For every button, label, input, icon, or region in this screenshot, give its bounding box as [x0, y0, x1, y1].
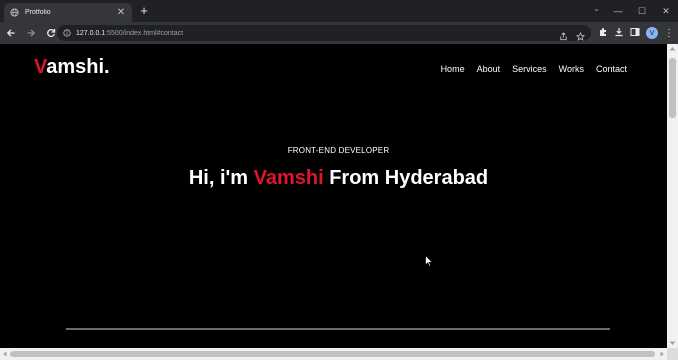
hero-divider: [66, 328, 610, 330]
hero-subtitle: FRONT-END DEVELOPER: [287, 146, 390, 155]
back-arrow-icon[interactable]: [2, 24, 20, 42]
tab-portfolio[interactable]: Protfolio ✕: [4, 3, 132, 22]
horizontal-scroll-thumb[interactable]: [10, 351, 655, 357]
scroll-down-arrow-icon[interactable]: [669, 341, 676, 346]
info-icon[interactable]: [63, 24, 71, 42]
tab-strip: Protfolio ✕ + ⌄ — ☐ ✕: [0, 0, 678, 22]
vertical-scroll-thumb[interactable]: [669, 58, 676, 118]
globe-icon: [10, 8, 19, 17]
site-nav: Home About Services Works Contact: [441, 64, 627, 74]
url-host: 127.0.0.1: [76, 29, 106, 37]
headline-prefix: Hi, i'm: [188, 167, 254, 189]
nav-link-contact[interactable]: Contact: [596, 64, 627, 74]
headline-name: Vamshi: [253, 167, 324, 189]
minimize-icon[interactable]: —: [606, 6, 630, 16]
download-icon[interactable]: [614, 24, 624, 42]
nav-link-about[interactable]: About: [477, 64, 501, 74]
window-controls: — ☐ ✕: [606, 0, 678, 22]
extensions-puzzle-icon[interactable]: [598, 24, 608, 42]
tab-close-icon[interactable]: ✕: [116, 7, 126, 18]
page-content: Vamshi. Home About Services Works Contac…: [0, 44, 667, 348]
side-panel-icon[interactable]: [630, 24, 640, 42]
new-tab-button[interactable]: +: [137, 4, 151, 18]
scrollbar-corner: [667, 348, 678, 360]
scroll-right-arrow-icon[interactable]: [660, 351, 665, 357]
logo-text: amshi.: [46, 56, 110, 78]
forward-arrow-icon[interactable]: [22, 24, 40, 42]
close-window-icon[interactable]: ✕: [654, 6, 678, 17]
site-logo[interactable]: Vamshi.: [34, 56, 110, 79]
nav-link-services[interactable]: Services: [512, 64, 547, 74]
vertical-scrollbar[interactable]: [667, 44, 678, 348]
headline-suffix: From Hyderabad: [323, 167, 489, 189]
address-bar[interactable]: 127.0.0.1:5500/index.html#contact: [57, 25, 591, 41]
browser-window: Protfolio ✕ + ⌄ — ☐ ✕ 127.0.0.1:5500/ind…: [0, 0, 678, 360]
url-path: :5500/index.html#contact: [105, 29, 184, 37]
scroll-left-arrow-icon[interactable]: [2, 351, 7, 357]
tab-title: Protfolio: [25, 9, 51, 16]
tab-search-icon[interactable]: ⌄: [593, 4, 600, 13]
menu-kebab-icon[interactable]: ⋮: [664, 28, 674, 39]
nav-link-home[interactable]: Home: [441, 64, 465, 74]
profile-avatar[interactable]: V: [646, 27, 658, 39]
mouse-cursor-icon: [425, 254, 434, 272]
maximize-icon[interactable]: ☐: [630, 6, 654, 17]
horizontal-scrollbar[interactable]: [0, 348, 667, 360]
logo-accent-letter: V: [34, 56, 47, 78]
scroll-up-arrow-icon[interactable]: [669, 46, 676, 51]
browser-toolbar: 127.0.0.1:5500/index.html#contact V ⋮: [0, 22, 678, 44]
nav-link-works[interactable]: Works: [559, 64, 584, 74]
hero-headline: Hi, i'm Vamshi From Hyderabad: [0, 167, 677, 190]
